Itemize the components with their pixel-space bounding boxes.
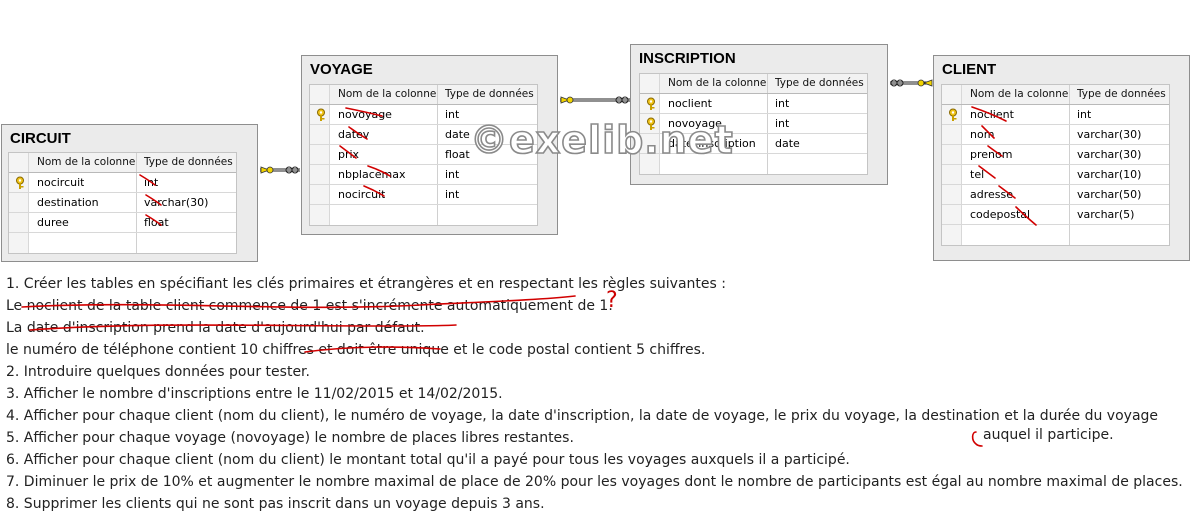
- table-row[interactable]: nocircuit int: [310, 185, 537, 205]
- table-client[interactable]: CLIENT Nom de la colonne Type de données…: [933, 55, 1190, 261]
- table-title: VOYAGE: [310, 61, 373, 78]
- column-name: noclient: [668, 97, 712, 110]
- column-name: novoyage: [338, 108, 392, 121]
- annotation-question-mark: ?: [606, 288, 618, 313]
- primary-key-icon: [16, 176, 24, 189]
- col-header-name: Nom de la colonne: [668, 77, 767, 89]
- column-name: prix: [338, 148, 360, 161]
- instruction-line: 7. Diminuer le prix de 10% et augmenter …: [6, 474, 1183, 490]
- table-row[interactable]: nbplacemax int: [310, 165, 537, 185]
- column-type: varchar(30): [1077, 128, 1142, 141]
- column-grid: Nom de la colonne Type de données nocirc…: [8, 152, 237, 254]
- column-name: tel: [970, 168, 985, 181]
- empty-row[interactable]: [310, 205, 537, 225]
- relationship-voyage-inscription[interactable]: [558, 93, 632, 107]
- table-row[interactable]: noclient int: [942, 105, 1169, 125]
- column-name: codepostal: [970, 208, 1031, 221]
- table-title: CIRCUIT: [10, 130, 71, 147]
- empty-row[interactable]: [942, 225, 1169, 245]
- column-type: varchar(5): [1077, 208, 1135, 221]
- instruction-line: Le noclient de la table client commence …: [6, 298, 613, 314]
- table-row[interactable]: nom varchar(30): [942, 125, 1169, 145]
- grid-header: Nom de la colonne Type de données: [640, 74, 867, 94]
- col-header-name: Nom de la colonne: [970, 88, 1069, 100]
- column-name: datev: [338, 128, 370, 141]
- primary-key-icon: [949, 108, 957, 121]
- empty-row[interactable]: [9, 233, 236, 253]
- column-name: nocircuit: [338, 188, 386, 201]
- column-name: nbplacemax: [338, 168, 406, 181]
- col-header-name: Nom de la colonne: [37, 156, 136, 168]
- column-name: adresse: [970, 188, 1014, 201]
- col-header-name: Nom de la colonne: [338, 88, 437, 100]
- instruction-line: 4. Afficher pour chaque client (nom du c…: [6, 408, 1159, 424]
- table-row[interactable]: codepostal varchar(5): [942, 205, 1169, 225]
- table-circuit[interactable]: CIRCUIT Nom de la colonne Type de donnée…: [1, 124, 258, 262]
- column-name: noclient: [970, 108, 1014, 121]
- column-name: destination: [37, 196, 99, 209]
- table-row[interactable]: adresse varchar(50): [942, 185, 1169, 205]
- column-type: float: [144, 216, 169, 229]
- column-type: varchar(10): [1077, 168, 1142, 181]
- column-type: int: [775, 117, 790, 130]
- table-inscription[interactable]: INSCRIPTION Nom de la colonne Type de do…: [630, 44, 888, 185]
- grid-header: Nom de la colonne Type de données: [9, 153, 236, 173]
- column-type: varchar(30): [1077, 148, 1142, 161]
- column-type: int: [144, 176, 159, 189]
- grid-header: Nom de la colonne Type de données: [310, 85, 537, 105]
- column-name: duree: [37, 216, 69, 229]
- instruction-line: 8. Supprimer les clients qui ne sont pas…: [6, 496, 545, 512]
- table-row[interactable]: duree float: [9, 213, 236, 233]
- primary-key-icon: [647, 97, 655, 110]
- table-title: INSCRIPTION: [639, 50, 736, 67]
- instruction-line: 6. Afficher pour chaque client (nom du c…: [6, 452, 850, 468]
- grid-header: Nom de la colonne Type de données: [942, 85, 1169, 105]
- table-row[interactable]: prenom varchar(30): [942, 145, 1169, 165]
- instruction-line: 3. Afficher le nombre d'inscriptions ent…: [6, 386, 503, 402]
- table-row[interactable]: destination varchar(30): [9, 193, 236, 213]
- primary-key-icon: [317, 108, 325, 121]
- table-row[interactable]: nocircuit int: [9, 173, 236, 193]
- column-type: varchar(30): [144, 196, 209, 209]
- column-grid: Nom de la colonne Type de données noclie…: [941, 84, 1170, 246]
- column-type: int: [445, 168, 460, 181]
- relationship-circuit-voyage[interactable]: [258, 162, 302, 176]
- column-type: date: [445, 128, 470, 141]
- table-row[interactable]: tel varchar(10): [942, 165, 1169, 185]
- instruction-line: La date d'inscription prend la date d'au…: [6, 320, 425, 336]
- overflow-note: auquel il participe.: [983, 427, 1114, 443]
- column-name: prenom: [970, 148, 1013, 161]
- instruction-line: 2. Introduire quelques données pour test…: [6, 364, 310, 380]
- table-title: CLIENT: [942, 61, 997, 78]
- column-type: int: [445, 108, 460, 121]
- column-type: date: [775, 137, 800, 150]
- column-type: int: [445, 188, 460, 201]
- col-header-type: Type de données: [1077, 88, 1166, 100]
- column-type: int: [1077, 108, 1092, 121]
- watermark: ©exelib.net: [469, 117, 734, 163]
- col-header-type: Type de données: [775, 77, 864, 89]
- instruction-line: 1. Créer les tables en spécifiant les cl…: [6, 276, 726, 292]
- instruction-line: le numéro de téléphone contient 10 chiff…: [6, 342, 706, 358]
- table-row[interactable]: noclient int: [640, 94, 867, 114]
- column-type: varchar(50): [1077, 188, 1142, 201]
- column-type: int: [775, 97, 790, 110]
- relationship-inscription-client[interactable]: [888, 76, 934, 90]
- column-type: float: [445, 148, 470, 161]
- col-header-type: Type de données: [445, 88, 534, 100]
- col-header-type: Type de données: [144, 156, 233, 168]
- column-name: nocircuit: [37, 176, 85, 189]
- column-name: nom: [970, 128, 995, 141]
- instructions: 1. Créer les tables en spécifiant les cl…: [6, 273, 1186, 515]
